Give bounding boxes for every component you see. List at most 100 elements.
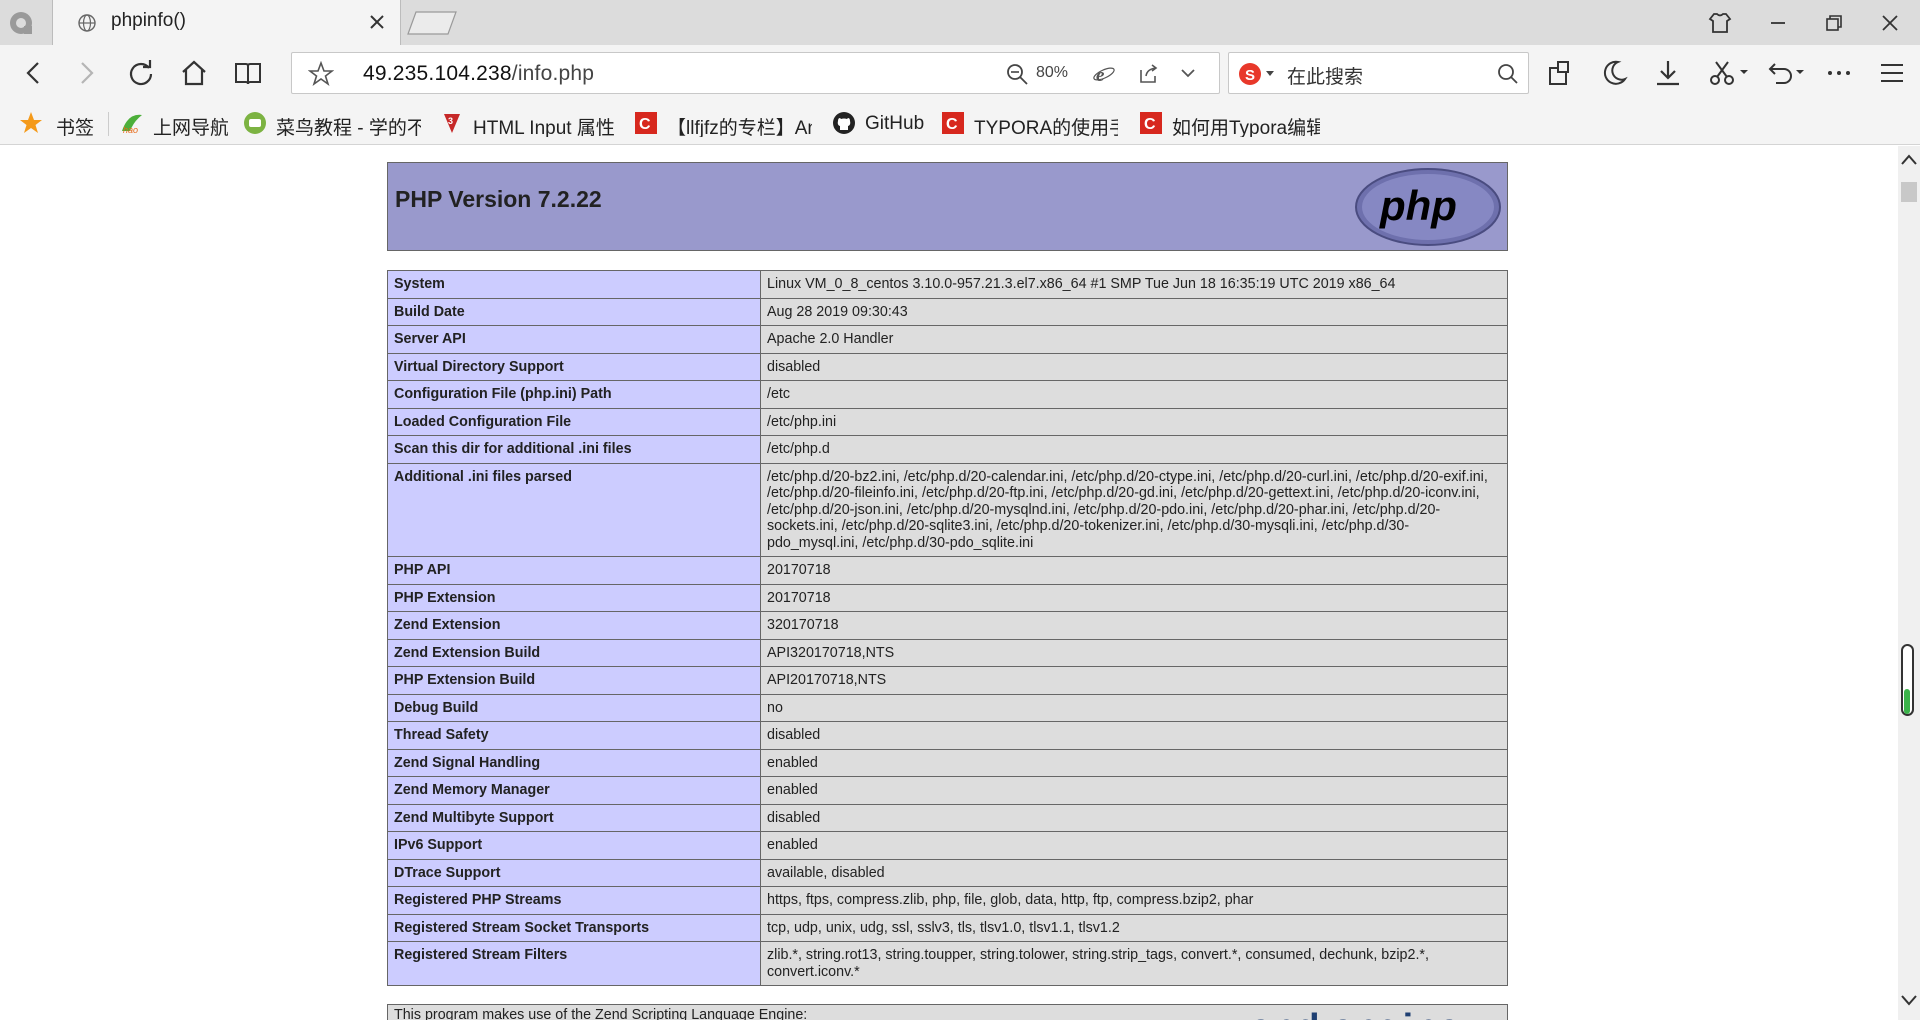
row-value: /etc/php.ini bbox=[761, 408, 1507, 435]
bookmark-label: 上网导航 bbox=[153, 118, 228, 137]
tab-phpinfo[interactable]: phpinfo() bbox=[52, 0, 401, 45]
tab-title: phpinfo() bbox=[111, 10, 186, 31]
reading-mode-icon[interactable] bbox=[232, 57, 264, 89]
bookmark-star-icon[interactable] bbox=[308, 61, 334, 87]
search-input[interactable]: 在此搜索 bbox=[1287, 62, 1363, 89]
menu-icon[interactable] bbox=[1876, 57, 1908, 89]
row-value-text: zlib.*, string.rot13, string.toupper, st… bbox=[767, 947, 1429, 980]
skin-shirt-icon[interactable] bbox=[1706, 9, 1734, 37]
table-row: Thread Safety disabled bbox=[388, 722, 1507, 750]
sogou-search-engine-icon[interactable]: S bbox=[1238, 62, 1262, 86]
zend-engine-logo[interactable]: zend.engine bbox=[1230, 1007, 1461, 1020]
row-key: Registered Stream Socket Transports bbox=[388, 914, 761, 941]
share-icon[interactable] bbox=[1137, 62, 1161, 86]
home-icon[interactable] bbox=[178, 57, 210, 89]
undo-close-icon[interactable] bbox=[1762, 57, 1806, 89]
csdn-icon: C bbox=[942, 112, 964, 134]
search-icon[interactable] bbox=[1497, 63, 1519, 85]
ie-compat-icon[interactable]: e bbox=[1092, 62, 1116, 86]
minimize-icon[interactable] bbox=[1764, 9, 1792, 37]
new-tab-button[interactable] bbox=[404, 10, 460, 36]
php-logo[interactable]: php bbox=[1355, 167, 1502, 247]
address-bar[interactable]: 49.235.104.238/info.php 80% e bbox=[291, 52, 1220, 94]
bookmark-item[interactable]: 菜鸟教程 - 学的不 bbox=[243, 111, 421, 137]
bookmark-item[interactable]: GitHub bbox=[832, 111, 932, 137]
row-value-text: Apache 2.0 Handler bbox=[767, 331, 894, 347]
row-value-text: enabled bbox=[767, 837, 818, 853]
scroll-down-icon[interactable] bbox=[1899, 992, 1919, 1008]
more-options-icon[interactable] bbox=[1823, 57, 1855, 89]
github-icon bbox=[833, 112, 855, 134]
row-key: Configuration File (php.ini) Path bbox=[388, 381, 761, 408]
bookmark-item[interactable]: 3 HTML Input 属性 bbox=[440, 111, 622, 137]
night-mode-moon-icon[interactable] bbox=[1598, 57, 1630, 89]
zoom-level[interactable]: 80% bbox=[1036, 64, 1068, 82]
bookmarks-bar: 书签 hao 上网导航 菜鸟教程 - 学的不 3 HTML Input 属性 C… bbox=[0, 101, 1920, 145]
close-window-icon[interactable] bbox=[1876, 9, 1904, 37]
extensions-icon[interactable] bbox=[1543, 57, 1575, 89]
screenshot-scissors-icon[interactable] bbox=[1706, 57, 1750, 89]
table-row: Zend Extension Build API320170718,NTS bbox=[388, 639, 1507, 667]
table-row: Additional .ini files parsed/etc/php.d/2… bbox=[388, 463, 1507, 557]
row-value: tcp, udp, unix, udg, ssl, sslv3, tls, tl… bbox=[761, 914, 1507, 941]
bookmark-item[interactable]: C 【llfjfz的专栏】An bbox=[634, 111, 812, 137]
engine-dropdown-icon[interactable] bbox=[1265, 68, 1275, 78]
csdn-icon: C bbox=[1140, 112, 1162, 134]
bookmark-label: HTML Input 属性 bbox=[473, 118, 615, 137]
zoom-magnifier-icon[interactable] bbox=[1005, 62, 1029, 86]
star-icon bbox=[20, 112, 42, 133]
php-logo-text: php bbox=[1379, 182, 1457, 229]
row-value: zlib.*, string.rot13, string.toupper, st… bbox=[761, 942, 1507, 985]
bookmark-label: GitHub bbox=[865, 113, 925, 134]
bookmark-item[interactable]: hao 上网导航 bbox=[120, 111, 228, 137]
browser-logo-icon[interactable] bbox=[6, 8, 36, 38]
row-value: enabled bbox=[761, 777, 1507, 804]
table-row: Zend Multibyte Support disabled bbox=[388, 804, 1507, 832]
table-row: Zend Memory Manager enabled bbox=[388, 777, 1507, 805]
back-icon[interactable] bbox=[18, 57, 50, 89]
download-icon[interactable] bbox=[1652, 57, 1684, 89]
forward-icon[interactable] bbox=[70, 57, 102, 89]
row-key: Virtual Directory Support bbox=[388, 353, 761, 380]
svg-text:C: C bbox=[946, 116, 958, 133]
row-value: 20170718 bbox=[761, 557, 1507, 584]
reload-icon[interactable] bbox=[125, 57, 157, 89]
table-row: PHP API 20170718 bbox=[388, 557, 1507, 585]
chevron-down-icon[interactable] bbox=[1178, 63, 1198, 83]
table-row: Server API Apache 2.0 Handler bbox=[388, 326, 1507, 354]
url-path: /info.php bbox=[511, 62, 595, 85]
scroll-up-icon[interactable] bbox=[1899, 152, 1919, 168]
row-value: no bbox=[761, 694, 1507, 721]
close-tab-icon[interactable] bbox=[365, 10, 389, 34]
search-box[interactable]: S 在此搜索 bbox=[1228, 52, 1529, 94]
row-value: disabled bbox=[761, 353, 1507, 380]
bookmark-item[interactable]: C 如何用Typora编辑 bbox=[1139, 111, 1320, 137]
row-value: /etc bbox=[761, 381, 1507, 408]
url-text[interactable]: 49.235.104.238/info.php bbox=[363, 62, 594, 86]
row-value: Aug 28 2019 09:30:43 bbox=[761, 298, 1507, 325]
row-key: Build Date bbox=[388, 298, 761, 325]
row-key: Additional .ini files parsed bbox=[388, 463, 761, 556]
w3school-icon: 3 bbox=[444, 114, 460, 133]
page-viewport: PHP Version 7.2.22 php System Linux VM_0_… bbox=[0, 146, 1898, 1020]
scroll-position-marker[interactable] bbox=[1901, 182, 1917, 202]
row-value-text: Aug 28 2019 09:30:43 bbox=[767, 303, 908, 320]
row-key: Registered Stream Filters bbox=[388, 942, 761, 985]
row-value-text: 20170718 bbox=[767, 562, 831, 578]
row-value-text: https, ftps, compress.zlib, php, file, g… bbox=[767, 892, 1254, 908]
table-row: Registered Stream Filters zlib.*, string.… bbox=[388, 942, 1507, 985]
row-key: Loaded Configuration File bbox=[388, 408, 761, 435]
svg-text:C: C bbox=[1144, 116, 1156, 133]
table-row: DTrace Support available, disabled bbox=[388, 859, 1507, 887]
vertical-scrollbar[interactable] bbox=[1898, 146, 1920, 1020]
row-key: Zend Memory Manager bbox=[388, 777, 761, 804]
restore-icon[interactable] bbox=[1820, 9, 1848, 37]
table-row: Zend Signal Handling enabled bbox=[388, 749, 1507, 777]
bookmark-item[interactable]: C TYPORA的使用手 bbox=[941, 111, 1118, 137]
bookmark-folder[interactable]: 书签 bbox=[19, 111, 96, 137]
row-key: Server API bbox=[388, 326, 761, 353]
php-version-title: PHP Version 7.2.22 bbox=[395, 186, 602, 212]
row-value-text: API320170718,NTS bbox=[767, 644, 895, 661]
table-row: PHP Extension 20170718 bbox=[388, 584, 1507, 612]
zend-engine-text: This program makes use of the Zend Scrip… bbox=[394, 1007, 808, 1020]
